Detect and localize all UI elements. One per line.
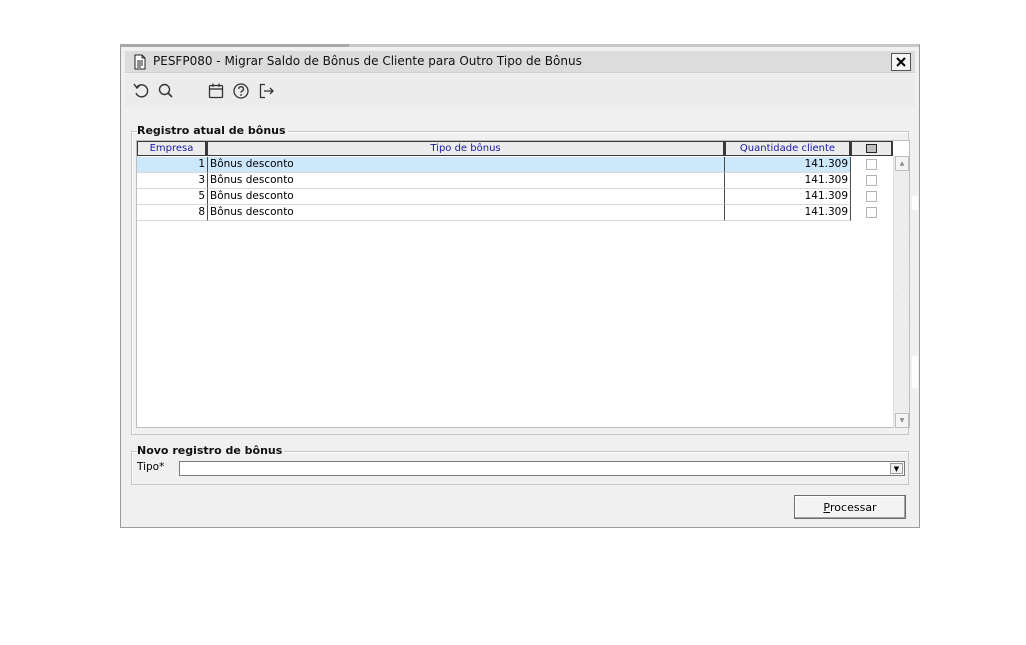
column-header-tipo[interactable]: Tipo de bônus (207, 141, 725, 156)
cell-tipo[interactable]: Bônus desconto (208, 205, 725, 221)
row-checkbox[interactable] (866, 207, 877, 218)
chevron-down-icon[interactable]: ▼ (890, 463, 903, 474)
row-checkbox[interactable] (866, 191, 877, 202)
cell-tipo[interactable]: Bônus desconto (208, 189, 725, 205)
cell-empresa[interactable]: 3 (137, 173, 208, 189)
scroll-down-button[interactable]: ▼ (895, 413, 909, 428)
help-icon[interactable] (231, 81, 251, 101)
cell-empresa[interactable]: 5 (137, 189, 208, 205)
main-window: PESFP080 - Migrar Saldo de Bônus de Clie… (120, 44, 920, 528)
process-label: rocessar (830, 500, 877, 514)
toolbar (125, 74, 915, 108)
window-edge-gap (912, 196, 918, 210)
calendar-icon[interactable] (206, 81, 226, 101)
current-bonus-group: Registro atual de bônus Empresa Tipo de … (131, 124, 910, 435)
cell-tipo[interactable]: Bônus desconto (208, 173, 725, 189)
window-title: PESFP080 - Migrar Saldo de Bônus de Clie… (153, 54, 582, 68)
document-icon (132, 54, 148, 70)
window-top-edge (349, 44, 919, 47)
title-bar: PESFP080 - Migrar Saldo de Bônus de Clie… (125, 51, 915, 73)
window-edge-gap (912, 356, 918, 388)
new-bonus-group: Novo registro de bônus Tipo* ▼ (131, 444, 909, 485)
table-header: Empresa Tipo de bônus Quantidade cliente (137, 141, 895, 156)
vertical-scrollbar[interactable]: ▲ ▼ (893, 156, 909, 428)
row-checkbox[interactable] (866, 159, 877, 170)
column-header-select-all[interactable] (851, 141, 893, 156)
cell-empresa[interactable]: 1 (137, 157, 208, 173)
column-header-quantidade[interactable]: Quantidade cliente (725, 141, 851, 156)
cell-tipo[interactable]: Bônus desconto (208, 157, 725, 173)
cell-quantidade[interactable]: 141.309 (725, 189, 851, 205)
new-bonus-legend: Novo registro de bônus (137, 444, 285, 457)
cell-empresa[interactable]: 8 (137, 205, 208, 221)
cell-quantidade[interactable]: 141.309 (725, 157, 851, 173)
table-row[interactable]: 1 Bônus desconto 141.309 (137, 157, 895, 173)
scroll-up-button[interactable]: ▲ (895, 156, 909, 171)
process-accesskey: P (823, 500, 831, 514)
cell-quantidade[interactable]: 141.309 (725, 173, 851, 189)
close-icon (896, 57, 906, 67)
cell-quantidade[interactable]: 141.309 (725, 205, 851, 221)
table-row[interactable]: 8 Bônus desconto 141.309 (137, 205, 895, 221)
content-area: Registro atual de bônus Empresa Tipo de … (125, 108, 915, 526)
tipo-select[interactable]: ▼ (179, 461, 905, 476)
search-icon[interactable] (156, 81, 176, 101)
table-row[interactable]: 3 Bônus desconto 141.309 (137, 173, 895, 189)
close-button[interactable] (891, 53, 911, 71)
chevron-up-icon: ▲ (899, 160, 905, 167)
table-row[interactable]: 5 Bônus desconto 141.309 (137, 189, 895, 205)
column-header-empresa[interactable]: Empresa (137, 141, 207, 156)
undo-icon[interactable] (132, 81, 152, 101)
tipo-label: Tipo* (137, 461, 165, 473)
chevron-down-icon: ▼ (899, 417, 905, 424)
select-all-checkbox[interactable] (866, 144, 877, 153)
bonus-table: Empresa Tipo de bônus Quantidade cliente… (136, 140, 910, 428)
process-button[interactable]: Processar (794, 495, 906, 519)
exit-icon[interactable] (256, 81, 276, 101)
row-checkbox[interactable] (866, 175, 877, 186)
current-bonus-legend: Registro atual de bônus (137, 124, 288, 137)
